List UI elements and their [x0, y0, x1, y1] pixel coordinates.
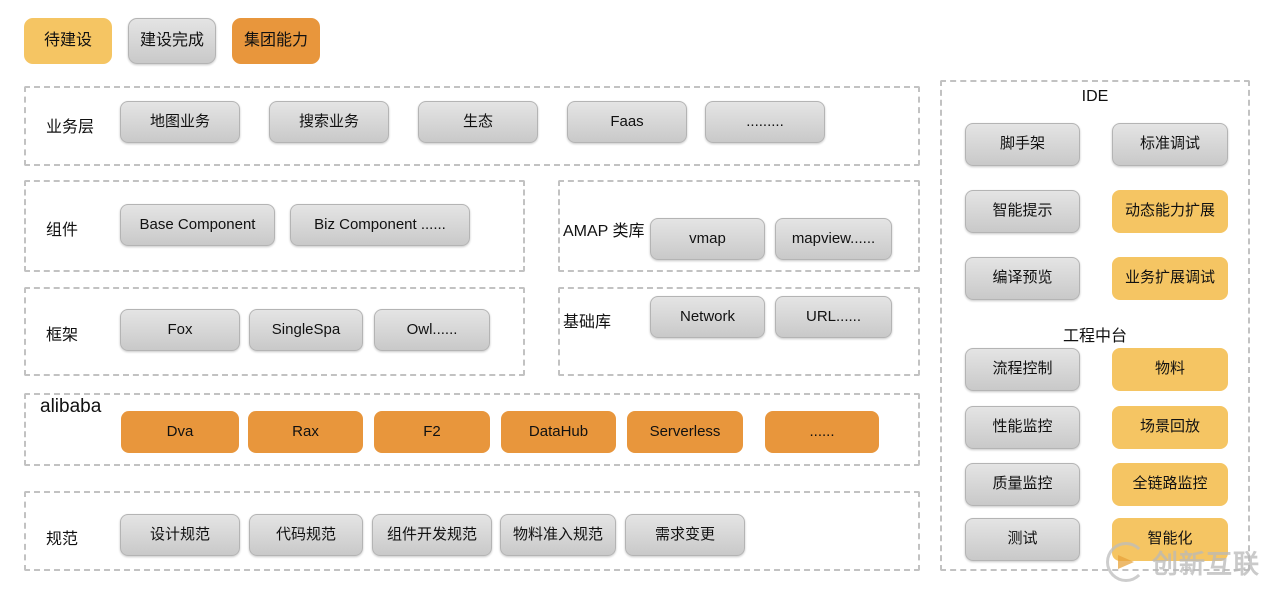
business-box-search[interactable]: 搜索业务	[269, 101, 389, 143]
specification-label: 规范	[46, 531, 79, 548]
framework-box-fox[interactable]: Fox	[120, 309, 240, 351]
alibaba-box-serverless[interactable]: Serverless	[627, 411, 743, 453]
amap-library-label: AMAP 类库	[563, 223, 645, 240]
ide-box-scaffold[interactable]: 脚手架	[965, 123, 1080, 166]
framework-box-singlespa[interactable]: SingleSpa	[249, 309, 363, 351]
ide-box-smart-hint[interactable]: 智能提示	[965, 190, 1080, 233]
alibaba-box-f2[interactable]: F2	[374, 411, 490, 453]
base-library-label: 基础库	[563, 314, 612, 331]
platform-box-performance-monitor[interactable]: 性能监控	[965, 406, 1080, 449]
base-box-network[interactable]: Network	[650, 296, 765, 338]
framework-box-owl[interactable]: Owl......	[374, 309, 490, 351]
ide-box-biz-extension-debug[interactable]: 业务扩展调试	[1112, 257, 1228, 300]
alibaba-label: alibaba	[40, 396, 102, 417]
ide-section-title: IDE	[1081, 88, 1109, 105]
spec-box-design[interactable]: 设计规范	[120, 514, 240, 556]
platform-box-intelligence[interactable]: 智能化	[1112, 518, 1228, 561]
alibaba-box-datahub[interactable]: DataHub	[501, 411, 616, 453]
ide-box-compile-preview[interactable]: 编译预览	[965, 257, 1080, 300]
component-label: 组件	[46, 222, 79, 239]
amap-box-vmap[interactable]: vmap	[650, 218, 765, 260]
business-box-more[interactable]: .........	[705, 101, 825, 143]
business-box-map[interactable]: 地图业务	[120, 101, 240, 143]
legend-item-pending[interactable]: 待建设	[24, 18, 112, 64]
platform-box-full-link-monitor[interactable]: 全链路监控	[1112, 463, 1228, 506]
platform-box-process-control[interactable]: 流程控制	[965, 348, 1080, 391]
platform-box-scene-replay[interactable]: 场景回放	[1112, 406, 1228, 449]
alibaba-box-rax[interactable]: Rax	[248, 411, 363, 453]
business-box-faas[interactable]: Faas	[567, 101, 687, 143]
legend-item-group-capability[interactable]: 集团能力	[232, 18, 320, 64]
legend-item-completed[interactable]: 建设完成	[128, 18, 216, 64]
legend: 待建设 建设完成 集团能力	[24, 18, 320, 64]
business-box-ecology[interactable]: 生态	[418, 101, 538, 143]
engineering-platform-section-title: 工程中台	[1062, 328, 1127, 345]
ide-box-standard-debug[interactable]: 标准调试	[1112, 123, 1228, 166]
base-box-url[interactable]: URL......	[775, 296, 892, 338]
component-box-biz[interactable]: Biz Component ......	[290, 204, 470, 246]
platform-box-quality-monitor[interactable]: 质量监控	[965, 463, 1080, 506]
spec-box-code[interactable]: 代码规范	[249, 514, 363, 556]
spec-box-component-dev[interactable]: 组件开发规范	[372, 514, 492, 556]
platform-box-test[interactable]: 测试	[965, 518, 1080, 561]
ide-box-dynamic-capability[interactable]: 动态能力扩展	[1112, 190, 1228, 233]
component-box-base[interactable]: Base Component	[120, 204, 275, 246]
alibaba-box-dva[interactable]: Dva	[121, 411, 239, 453]
business-layer-label: 业务层	[46, 119, 95, 136]
framework-label: 框架	[46, 327, 79, 344]
amap-box-mapview[interactable]: mapview......	[775, 218, 892, 260]
alibaba-box-more[interactable]: ......	[765, 411, 879, 453]
platform-box-material[interactable]: 物料	[1112, 348, 1228, 391]
spec-box-material-entry[interactable]: 物料准入规范	[500, 514, 616, 556]
spec-box-requirement-change[interactable]: 需求变更	[625, 514, 745, 556]
